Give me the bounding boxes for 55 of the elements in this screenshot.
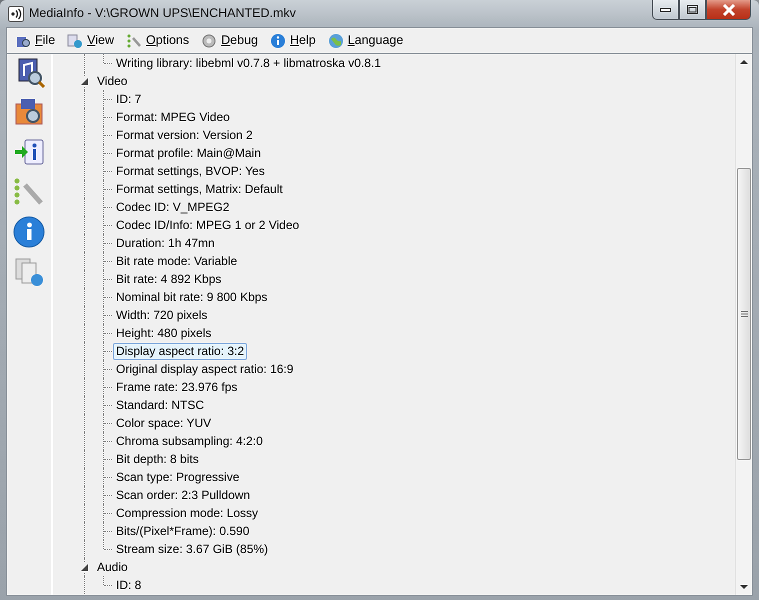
tree-item[interactable]: Bit depth: 8 bits [113,450,202,468]
menu-item[interactable]: View [63,30,118,51]
tree-item[interactable]: ID: 8 [113,576,144,594]
minimize-button[interactable] [652,0,679,20]
tree-item[interactable]: Chroma subsampling: 4:2:0 [113,432,266,450]
tree-item[interactable]: Duration: 1h 47mn [113,234,218,252]
scrollbar[interactable] [735,54,752,595]
tree-section[interactable]: Video [94,72,130,90]
tree-item[interactable]: Format: MPEG Video [113,108,233,126]
tree-item[interactable]: Color space: YUV [113,414,214,432]
documents-icon [13,256,45,288]
scrollbar-thumb[interactable] [737,168,751,460]
tree-item[interactable]: Standard: NTSC [113,396,208,414]
maximize-icon [687,5,698,14]
menu-item[interactable]: Help [266,30,320,51]
tree-item[interactable]: Codec ID/Info: MPEG 1 or 2 Video [113,216,302,234]
tree-item[interactable]: Compression mode: Lossy [113,504,262,522]
documents-icon [67,32,84,48]
tree-item[interactable]: Width: 720 pixels [113,306,210,324]
close-button[interactable] [706,0,751,20]
tree-item[interactable]: Nominal bit rate: 9 800 Kbps [113,288,270,306]
tree-item[interactable]: Writing library: libebml v0.7.8 + libmatroska v0.8.1 [113,54,384,72]
speaker-icon [8,6,24,22]
tree-item[interactable]: Bit rate: 4 892 Kbps [113,270,224,288]
tree-item[interactable]: Original display aspect ratio: 16:9 [113,360,296,378]
tree-item[interactable]: Height: 480 pixels [113,324,214,342]
tree-item[interactable]: Display aspect ratio: 3:2 [113,342,248,360]
scroll-down-icon[interactable] [740,585,748,590]
minimize-icon [660,8,671,12]
tree-item[interactable]: Format settings, BVOP: Yes [113,162,268,180]
tree-item[interactable]: ID: 7 [113,90,144,108]
scroll-up-icon[interactable] [740,59,748,64]
window-title: MediaInfo - V:\GROWN UPS\ENCHANTED.mkv [29,5,296,22]
tree-item[interactable]: Scan type: Progressive [113,468,242,486]
tree-item[interactable]: Frame rate: 23.976 fps [113,378,240,396]
tree-item[interactable]: Stream size: 3.67 GiB (85%) [113,540,272,558]
tree-item[interactable]: Codec ID: V_MPEG2 [113,198,232,216]
wrench-icon [126,32,142,48]
tree-item[interactable]: Scan order: 2:3 Pulldown [113,486,254,504]
globe-icon [328,32,344,48]
menu-item[interactable]: Language [324,30,408,51]
tree-section[interactable]: Audio [94,558,131,576]
tree-item[interactable]: Bits/(Pixel*Frame): 0.590 [113,522,252,540]
close-icon [722,4,736,16]
menu-item[interactable]: Options [122,30,194,51]
toolbar-button[interactable] [11,216,47,248]
menu-item[interactable]: File [11,30,60,51]
info-icon [13,216,45,248]
tree-item[interactable]: Bit rate mode: Variable [113,252,240,270]
tree-item[interactable]: Format profile: Main@Main [113,144,264,162]
menu-item[interactable]: Debug [197,30,262,51]
tree-item[interactable]: Format version: Version 2 [113,126,256,144]
tree-item[interactable]: Format settings, Matrix: Default [113,180,286,198]
maximize-button[interactable] [679,0,706,20]
info-icon [270,32,286,48]
